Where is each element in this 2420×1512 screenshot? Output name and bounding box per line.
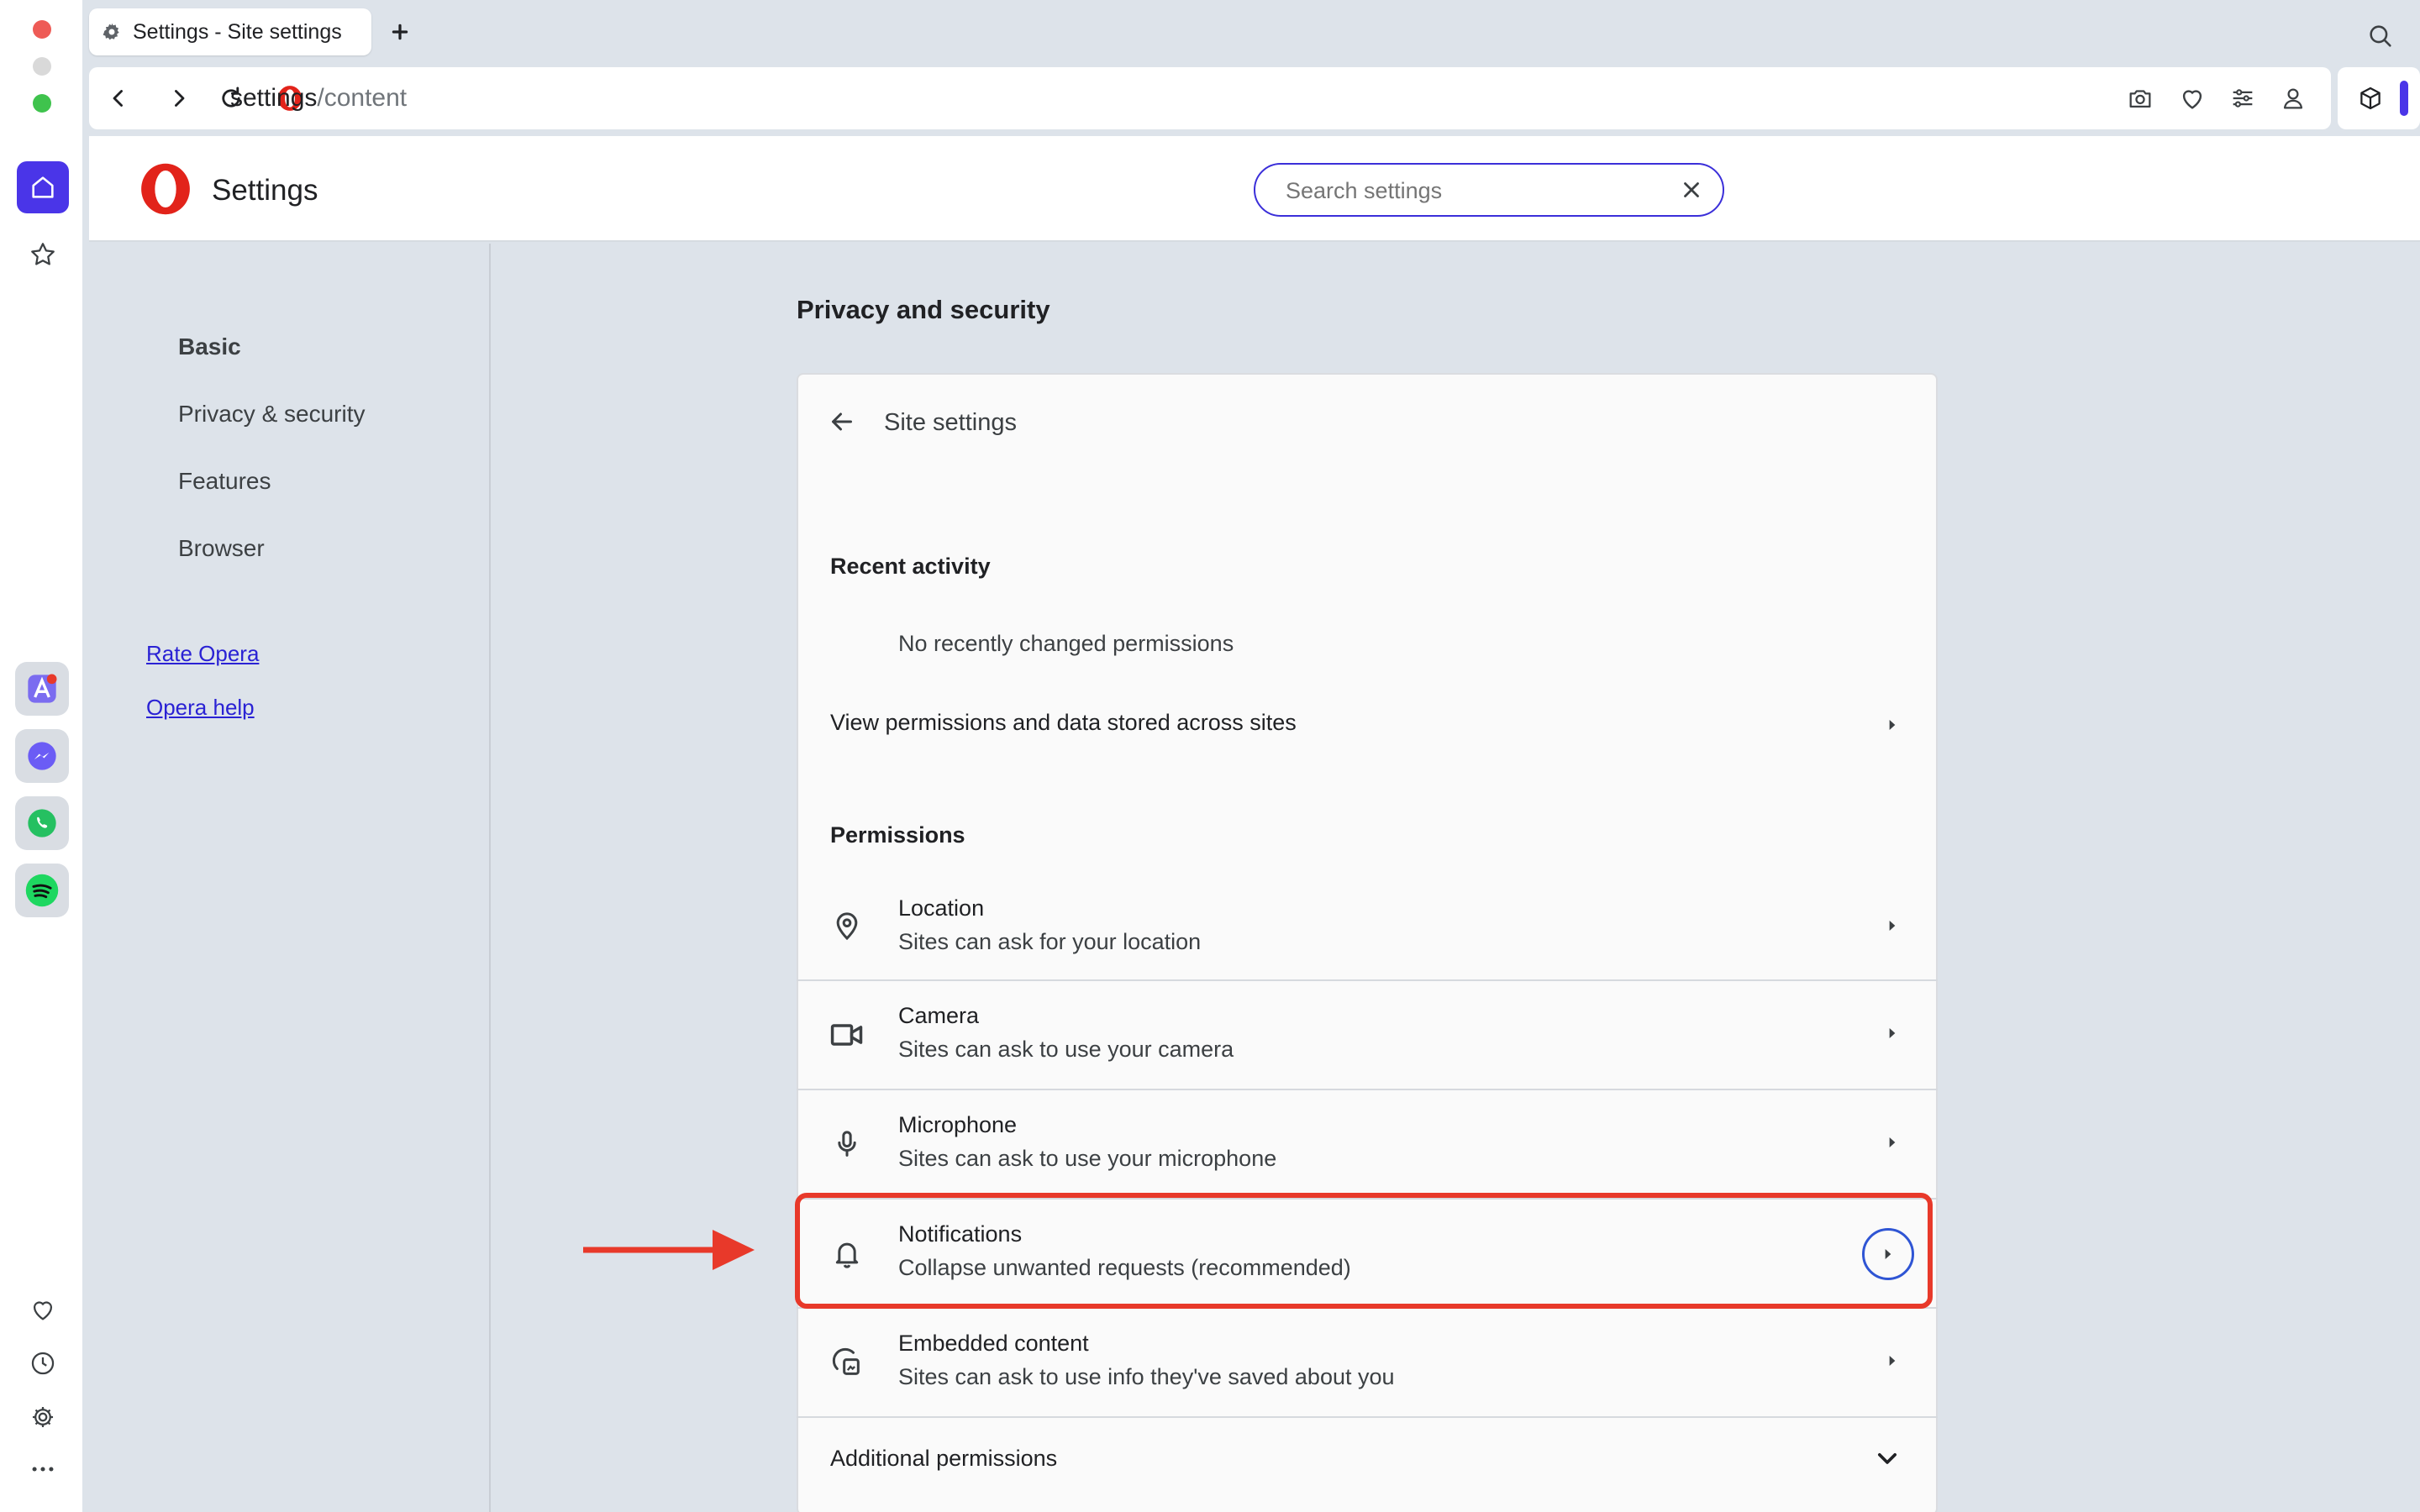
bookmark-button[interactable]: [2178, 84, 2207, 113]
heart-icon: [2182, 90, 2202, 109]
permission-title: Camera: [898, 1003, 980, 1028]
gear-icon: [32, 1406, 54, 1428]
nav-item-basic[interactable]: Basic: [178, 333, 241, 361]
pinboards-button[interactable]: [17, 228, 69, 281]
notifications-highlight-box: [795, 1193, 1933, 1309]
search-input[interactable]: [1286, 176, 1655, 205]
embedded-content-icon: [830, 1346, 864, 1379]
additional-permissions-label: Additional permissions: [830, 1446, 1058, 1471]
permission-subtitle: Sites can ask to use info they've saved …: [898, 1364, 1395, 1389]
cube-icon: [2360, 87, 2381, 110]
messenger-app-button[interactable]: [15, 729, 69, 783]
settings-button[interactable]: [17, 1391, 69, 1443]
more-button[interactable]: [17, 1443, 69, 1495]
camera-icon: [829, 1016, 865, 1053]
permission-subtitle: Sites can ask for your location: [898, 929, 1202, 954]
address-bar: [89, 67, 2331, 129]
settings-nav: [89, 244, 491, 1512]
snapshot-button[interactable]: [2126, 84, 2154, 113]
chevron-right-icon: [175, 90, 185, 107]
view-permissions-row[interactable]: View permissions and data stored across …: [797, 694, 1938, 756]
permission-subtitle: Sites can ask to use your microphone: [898, 1146, 1277, 1171]
nav-item-features[interactable]: Features: [178, 467, 271, 496]
camera-icon: [2129, 90, 2151, 108]
permission-row-microphone[interactable]: Microphone Sites can ask to use your mic…: [797, 1090, 1938, 1198]
window-minimize-dot[interactable]: [33, 57, 51, 76]
permission-row-location[interactable]: Location Sites can ask for your location: [797, 874, 1938, 979]
opera-help-link[interactable]: Opera help: [146, 694, 255, 721]
star-icon: [31, 243, 55, 265]
caret-right-icon: [1879, 1129, 1906, 1156]
plus-icon: [392, 24, 408, 40]
account-button[interactable]: [2279, 84, 2307, 113]
more-dots-icon: [32, 1467, 54, 1472]
clear-search-button[interactable]: [1679, 177, 1704, 202]
caret-right-icon: [1879, 711, 1906, 738]
whatsapp-icon: [28, 809, 56, 837]
sidebar-indicator: [2400, 81, 2408, 116]
extensions-area: [2338, 67, 2420, 129]
back-button[interactable]: [104, 84, 133, 113]
aria-app-button[interactable]: [15, 662, 69, 716]
permission-title: Embedded content: [898, 1331, 1089, 1356]
tab-settings[interactable]: Settings - Site settings: [89, 8, 371, 55]
whatsapp-app-button[interactable]: [15, 796, 69, 850]
caret-right-icon: [1879, 1347, 1906, 1374]
additional-permissions-row[interactable]: Additional permissions: [797, 1418, 1938, 1499]
forward-button[interactable]: [165, 84, 193, 113]
history-button[interactable]: [17, 1337, 69, 1389]
back-arrow-button[interactable]: [827, 407, 857, 437]
section-title: Privacy and security: [797, 295, 1050, 324]
window-maximize-dot[interactable]: [33, 94, 51, 113]
extensions-button[interactable]: [2356, 84, 2385, 113]
home-button[interactable]: [17, 161, 69, 213]
url-path: /content: [317, 84, 408, 112]
messenger-icon: [28, 742, 56, 770]
spotify-icon: [25, 874, 59, 907]
favorites-button[interactable]: [17, 1284, 69, 1336]
recent-activity-empty: No recently changed permissions: [898, 631, 1234, 656]
browser-sidebar: [0, 0, 82, 1512]
clock-icon: [31, 1352, 55, 1375]
microphone-icon: [830, 1127, 864, 1161]
easy-setup-button[interactable]: [2228, 84, 2257, 113]
sliders-icon: [2233, 89, 2253, 108]
opera-logo: [138, 161, 193, 217]
nav-item-browser[interactable]: Browser: [178, 534, 265, 563]
search-icon: [2370, 25, 2391, 47]
page-title: Settings: [212, 174, 318, 207]
person-icon: [2283, 88, 2303, 109]
permission-row-embedded-content[interactable]: Embedded content Sites can ask to use in…: [797, 1309, 1938, 1416]
url-field[interactable]: settings/content: [230, 82, 407, 114]
close-icon: [1684, 182, 1699, 197]
search-box[interactable]: [1254, 163, 1724, 217]
permission-row-camera[interactable]: Camera Sites can ask to use your camera: [797, 981, 1938, 1089]
tab-search-button[interactable]: [2366, 22, 2395, 50]
nav-item-privacy-security[interactable]: Privacy & security: [178, 400, 366, 428]
heart-icon: [33, 1301, 53, 1320]
chevron-down-icon: [1870, 1441, 1904, 1475]
arrow-left-icon: [832, 412, 852, 431]
window-close-dot[interactable]: [33, 20, 51, 39]
gear-icon: [101, 21, 123, 43]
permission-title: Location: [898, 895, 985, 921]
home-icon: [32, 176, 54, 198]
aria-icon: [28, 674, 57, 703]
caret-right-icon: [1879, 1020, 1906, 1047]
location-pin-icon: [830, 909, 864, 942]
url-host: settings: [230, 84, 318, 112]
view-permissions-label: View permissions and data stored across …: [830, 710, 1297, 735]
permissions-heading: Permissions: [830, 822, 965, 848]
chevron-left-icon: [113, 90, 123, 107]
caret-right-icon: [1879, 912, 1906, 939]
permission-subtitle: Sites can ask to use your camera: [898, 1037, 1234, 1062]
annotation-arrow-icon: [580, 1225, 758, 1275]
permission-title: Microphone: [898, 1112, 1018, 1137]
card-title: Site settings: [884, 409, 1017, 436]
spotify-app-button[interactable]: [15, 864, 69, 917]
rate-opera-link[interactable]: Rate Opera: [146, 640, 259, 667]
tab-title: Settings - Site settings: [133, 19, 342, 44]
recent-activity-heading: Recent activity: [830, 554, 991, 579]
new-tab-button[interactable]: [383, 15, 417, 49]
